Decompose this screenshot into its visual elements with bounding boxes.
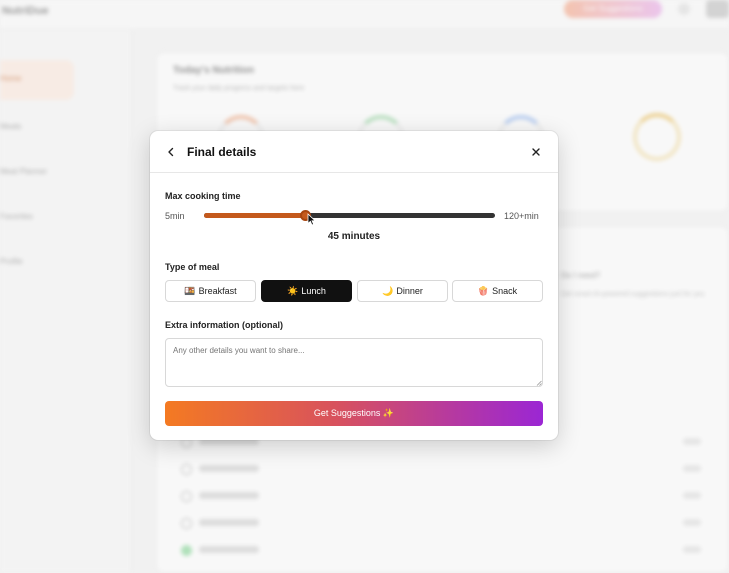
list-item[interactable] <box>181 464 701 476</box>
meal-label: Dinner <box>396 286 423 296</box>
sidebar: Home Meals Meal Planner Favorites Profil… <box>0 30 132 573</box>
fat-ring <box>633 113 681 161</box>
list-item[interactable] <box>181 518 701 530</box>
modal-header: Final details <box>150 131 558 173</box>
final-details-modal: Final details Max cooking time 5min 120+… <box>150 131 558 440</box>
extra-info-label: Extra information (optional) <box>165 320 283 330</box>
meal-label: Breakfast <box>198 286 237 296</box>
back-button[interactable] <box>162 143 180 161</box>
meal-dinner-button[interactable]: 🌙 Dinner <box>357 280 448 302</box>
slider-value-text: 45 minutes <box>327 231 381 242</box>
panel-subtitle: Track your daily progress and targets he… <box>173 85 305 92</box>
list-item[interactable] <box>181 491 701 503</box>
meal-label: Lunch <box>301 286 326 296</box>
side-text: Get smart AI-powered suggestions just fo… <box>561 291 705 298</box>
close-button[interactable] <box>527 143 545 161</box>
modal-title: Final details <box>187 145 257 159</box>
cooking-time-slider[interactable] <box>204 210 495 221</box>
popcorn-icon: 🍿 <box>477 285 490 296</box>
checkbox-icon[interactable] <box>181 518 192 529</box>
sidebar-item-profile[interactable]: Profile <box>0 257 23 271</box>
slider-fill <box>204 213 306 218</box>
cooking-time-label: Max cooking time <box>165 191 241 201</box>
panel-title: Today's Nutrition <box>173 65 255 76</box>
meal-breakfast-button[interactable]: 🍱 Breakfast <box>165 280 256 302</box>
sidebar-item-meal-planner[interactable]: Meal Planner <box>0 167 47 181</box>
top-bar: NutriDue Get Suggestions <box>0 0 729 30</box>
get-suggestions-button[interactable]: Get Suggestions ✨ <box>165 401 543 426</box>
sidebar-item-meals[interactable]: Meals <box>0 122 21 136</box>
meal-snack-button[interactable]: 🍿 Snack <box>452 280 543 302</box>
checkbox-checked-icon[interactable] <box>181 545 192 556</box>
meal-label: Snack <box>492 286 518 296</box>
avatar[interactable] <box>706 0 729 18</box>
side-question: Do I need? <box>561 271 601 280</box>
checkbox-icon[interactable] <box>181 464 192 475</box>
bento-icon: 🍱 <box>184 285 196 296</box>
slider-max-label: 120+min <box>504 211 539 221</box>
sun-icon: ☀️ <box>287 285 299 296</box>
checkbox-icon[interactable] <box>181 491 192 502</box>
chevron-left-icon <box>168 147 174 157</box>
sidebar-item-home[interactable]: Home <box>0 60 74 100</box>
brand-logo: NutriDue <box>2 5 49 17</box>
moon-icon: 🌙 <box>382 285 394 296</box>
top-suggestions-button[interactable]: Get Suggestions <box>564 0 662 18</box>
meal-lunch-button[interactable]: ☀️ Lunch <box>261 280 352 302</box>
sidebar-item-favorites[interactable]: Favorites <box>0 212 33 226</box>
mouse-cursor-icon <box>307 213 316 226</box>
close-icon <box>532 148 540 156</box>
resize-grip-icon[interactable] <box>536 380 542 386</box>
slider-min-label: 5min <box>165 211 185 221</box>
notification-icon[interactable] <box>678 3 690 15</box>
list-item[interactable] <box>181 545 701 557</box>
meal-type-label: Type of meal <box>165 262 220 272</box>
extra-info-textarea[interactable] <box>165 338 543 387</box>
